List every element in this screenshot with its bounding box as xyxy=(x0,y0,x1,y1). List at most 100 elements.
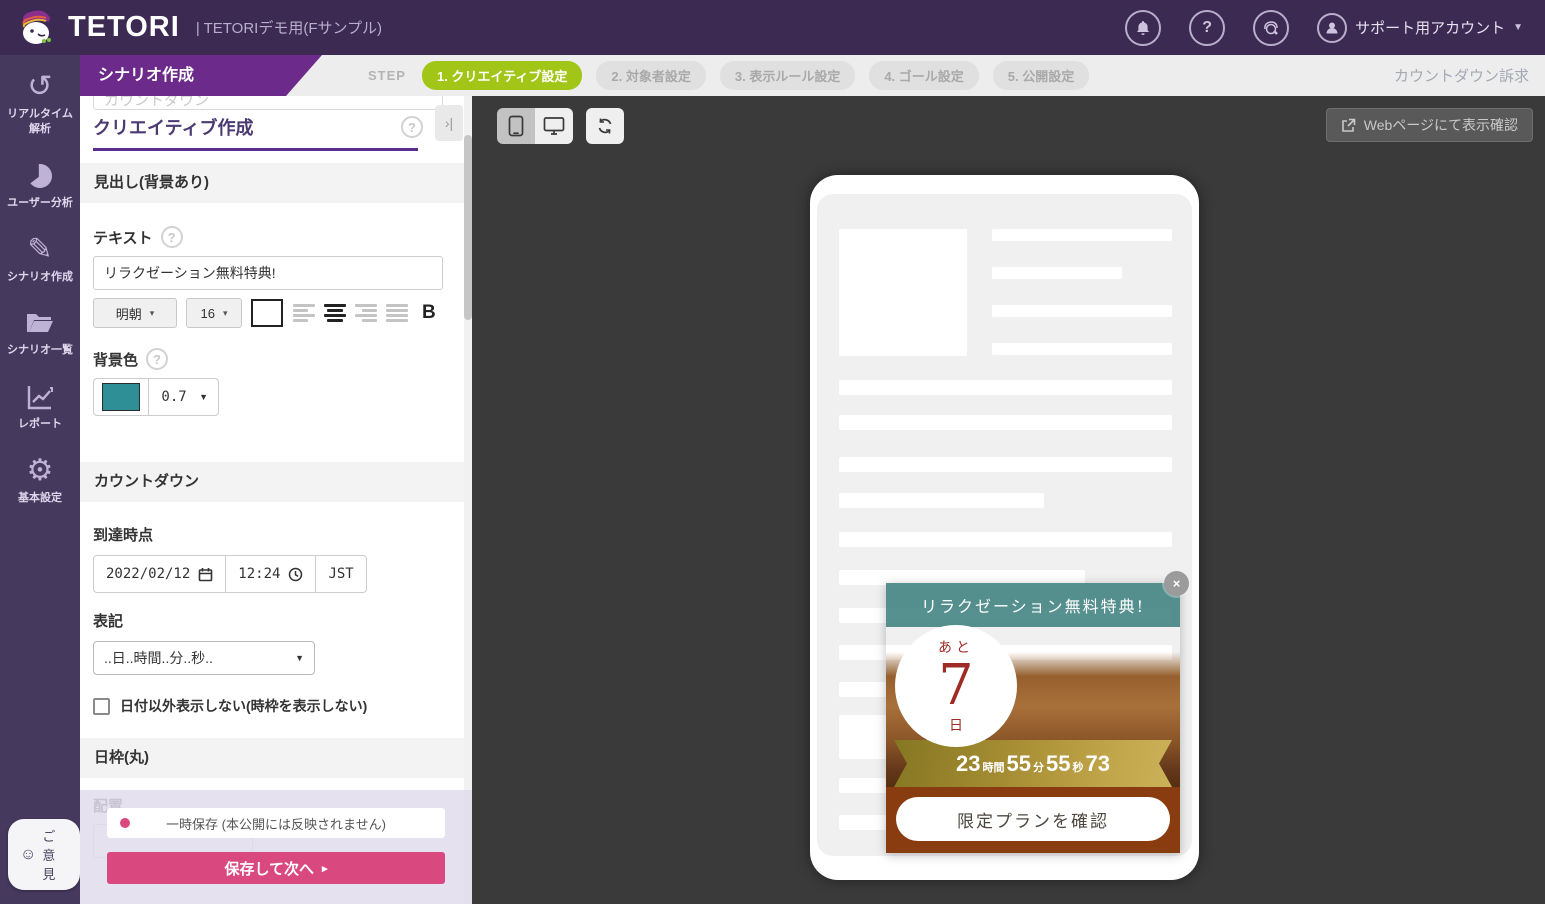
step-bar: シナリオ作成 STEP 1. クリエイティブ設定 2. 対象者設定 3. 表示ル… xyxy=(80,55,1545,96)
section-dayframe: 日枠(丸) xyxy=(80,738,464,778)
text-placeholder xyxy=(992,305,1172,317)
day-unit: 日 xyxy=(949,715,963,735)
phone-screen: リラクゼーション無料特典! あと 7 日 23 時間 55 分 xyxy=(817,194,1192,856)
align-justify-icon[interactable] xyxy=(385,302,409,324)
text-color-swatch[interactable] xyxy=(251,299,283,327)
desktop-view-button[interactable] xyxy=(535,108,573,144)
folder-icon xyxy=(25,305,55,341)
text-placeholder xyxy=(992,267,1122,279)
sidebar-label: リアルタイム 解析 xyxy=(7,107,73,137)
date-only-checkbox-row[interactable]: 日付以外表示しない(時枠を表示しない) xyxy=(93,696,367,716)
align-left-icon[interactable] xyxy=(292,302,316,324)
cta-button[interactable]: 限定プランを確認 xyxy=(896,797,1170,841)
bg-color-label: 背景色 ? xyxy=(93,348,168,370)
mascot-logo-icon xyxy=(18,9,58,47)
sidebar-item-realtime[interactable]: ↺ リアルタイム 解析 xyxy=(0,69,80,137)
image-placeholder xyxy=(839,229,967,356)
hours-unit: 時間 xyxy=(983,759,1005,775)
days-circle: あと 7 日 xyxy=(895,625,1017,747)
feedback-label: ご意見 xyxy=(42,826,68,883)
headline-text-input[interactable]: リラクゼーション無料特典! xyxy=(93,256,443,290)
text-placeholder xyxy=(839,457,1172,472)
sidebar-item-settings[interactable]: ⚙ 基本設定 xyxy=(0,453,80,506)
help-question-icon[interactable]: ? xyxy=(161,226,183,248)
temp-save-button[interactable]: 一時保存 (本公開には反映されません) xyxy=(107,808,445,838)
clock-icon xyxy=(288,567,303,582)
brand-logo[interactable]: TETORI xyxy=(18,9,180,47)
seconds-unit: 秒 xyxy=(1072,759,1083,775)
scenario-title-input[interactable]: カウントダウン xyxy=(93,96,443,110)
close-icon[interactable]: × xyxy=(1164,571,1189,596)
external-link-icon xyxy=(1341,118,1356,133)
step-3-display-rules[interactable]: 3. 表示ルール設定 xyxy=(720,61,855,90)
text-placeholder xyxy=(839,493,1044,508)
mobile-view-button[interactable] xyxy=(497,108,535,144)
page-title: シナリオ作成 xyxy=(80,55,322,96)
account-menu[interactable]: サポート用アカウント ▼ xyxy=(1317,13,1523,43)
minutes-unit: 分 xyxy=(1033,759,1044,775)
caret-down-icon: ▾ xyxy=(223,308,228,319)
font-family-select[interactable]: 明朝 ▾ xyxy=(93,298,177,328)
pencil-icon: ✎ xyxy=(27,232,52,268)
hours-value: 23 xyxy=(956,751,980,777)
sidebar: ↺ リアルタイム 解析 ユーザー分析 ✎ シナリオ作成 xyxy=(0,55,80,904)
align-center-icon[interactable] xyxy=(323,302,347,324)
bold-button[interactable]: B xyxy=(422,302,436,324)
time-input[interactable]: 12:24 xyxy=(226,556,315,592)
font-size-select[interactable]: 16 ▾ xyxy=(186,298,242,328)
user-avatar-icon xyxy=(1317,13,1347,43)
format-select[interactable]: ..日..時間..分..秒.. ▼ xyxy=(93,641,315,675)
sidebar-label: レポート xyxy=(18,417,62,432)
sidebar-item-user-analysis[interactable]: ユーザー分析 xyxy=(0,158,80,211)
workspace-name: | TETORIデモ用(Fサンプル) xyxy=(196,17,382,38)
refresh-button[interactable] xyxy=(586,108,624,144)
open-webpage-button[interactable]: Webページにて表示確認 xyxy=(1326,108,1533,142)
widget-headline: リラクゼーション無料特典! xyxy=(886,583,1180,627)
notifications-bell-icon[interactable] xyxy=(1125,10,1161,46)
brand-name: TETORI xyxy=(68,11,180,44)
sidebar-label: シナリオ作成 xyxy=(7,270,73,285)
mascot-support-icon[interactable] xyxy=(1253,10,1289,46)
align-right-icon[interactable] xyxy=(354,302,378,324)
caret-down-icon: ▼ xyxy=(295,653,304,663)
step-1-creative[interactable]: 1. クリエイティブ設定 xyxy=(422,61,582,90)
top-bar: TETORI | TETORIデモ用(Fサンプル) ? サ xyxy=(0,0,1545,55)
step-5-publish[interactable]: 5. 公開設定 xyxy=(993,61,1089,90)
sidebar-item-report[interactable]: レポート xyxy=(0,379,80,432)
bg-color-control[interactable]: 0.7 ▼ xyxy=(93,378,219,416)
format-label: 表記 xyxy=(93,610,123,631)
pink-dot-icon xyxy=(120,818,130,828)
sidebar-item-scenario-create[interactable]: ✎ シナリオ作成 xyxy=(0,232,80,285)
device-toggle xyxy=(497,108,573,144)
text-placeholder xyxy=(992,229,1172,241)
arrow-right-icon: ▸ xyxy=(322,862,328,875)
save-next-button[interactable]: 保存して次へ ▸ xyxy=(107,852,445,884)
help-question-icon[interactable]: ? xyxy=(146,348,168,370)
sidebar-item-scenario-list[interactable]: シナリオ一覧 xyxy=(0,305,80,358)
date-input[interactable]: 2022/02/12 xyxy=(94,556,225,592)
step-4-goal[interactable]: 4. ゴール設定 xyxy=(869,61,978,90)
timezone-label: JST xyxy=(316,556,365,592)
help-icon[interactable]: ? xyxy=(1189,10,1225,46)
sidebar-label: シナリオ一覧 xyxy=(7,343,73,358)
bg-color-swatch[interactable] xyxy=(102,383,140,411)
text-placeholder xyxy=(839,415,1172,430)
panel-scrollbar[interactable] xyxy=(464,96,472,904)
bg-opacity-value: 0.7 xyxy=(149,389,199,405)
minutes-value: 55 xyxy=(1007,751,1031,777)
checkbox[interactable] xyxy=(93,698,110,715)
account-caret-icon: ▼ xyxy=(1513,22,1523,33)
help-question-icon[interactable]: ? xyxy=(401,116,423,138)
deadline-datetime-group: 2022/02/12 12:24 xyxy=(93,555,367,593)
scrollbar-thumb[interactable] xyxy=(464,135,472,320)
caret-down-icon: ▾ xyxy=(150,308,155,319)
save-footer-overlay: 一時保存 (本公開には反映されません) 保存して次へ ▸ xyxy=(80,790,472,904)
creative-settings-panel: カウントダウン クリエイティブ作成 ? ›| 見出し(背景あり) テキスト ? … xyxy=(80,96,472,904)
panel-collapse-button[interactable]: ›| xyxy=(435,105,463,141)
report-chart-icon xyxy=(26,379,54,415)
sidebar-label: 基本設定 xyxy=(18,491,62,506)
deadline-label: 到達時点 xyxy=(93,524,153,545)
step-2-audience[interactable]: 2. 対象者設定 xyxy=(596,61,705,90)
feedback-button[interactable]: ☺ ご意見 xyxy=(8,819,80,890)
countdown-ribbon: 23 時間 55 分 55 秒 73 xyxy=(894,740,1172,787)
